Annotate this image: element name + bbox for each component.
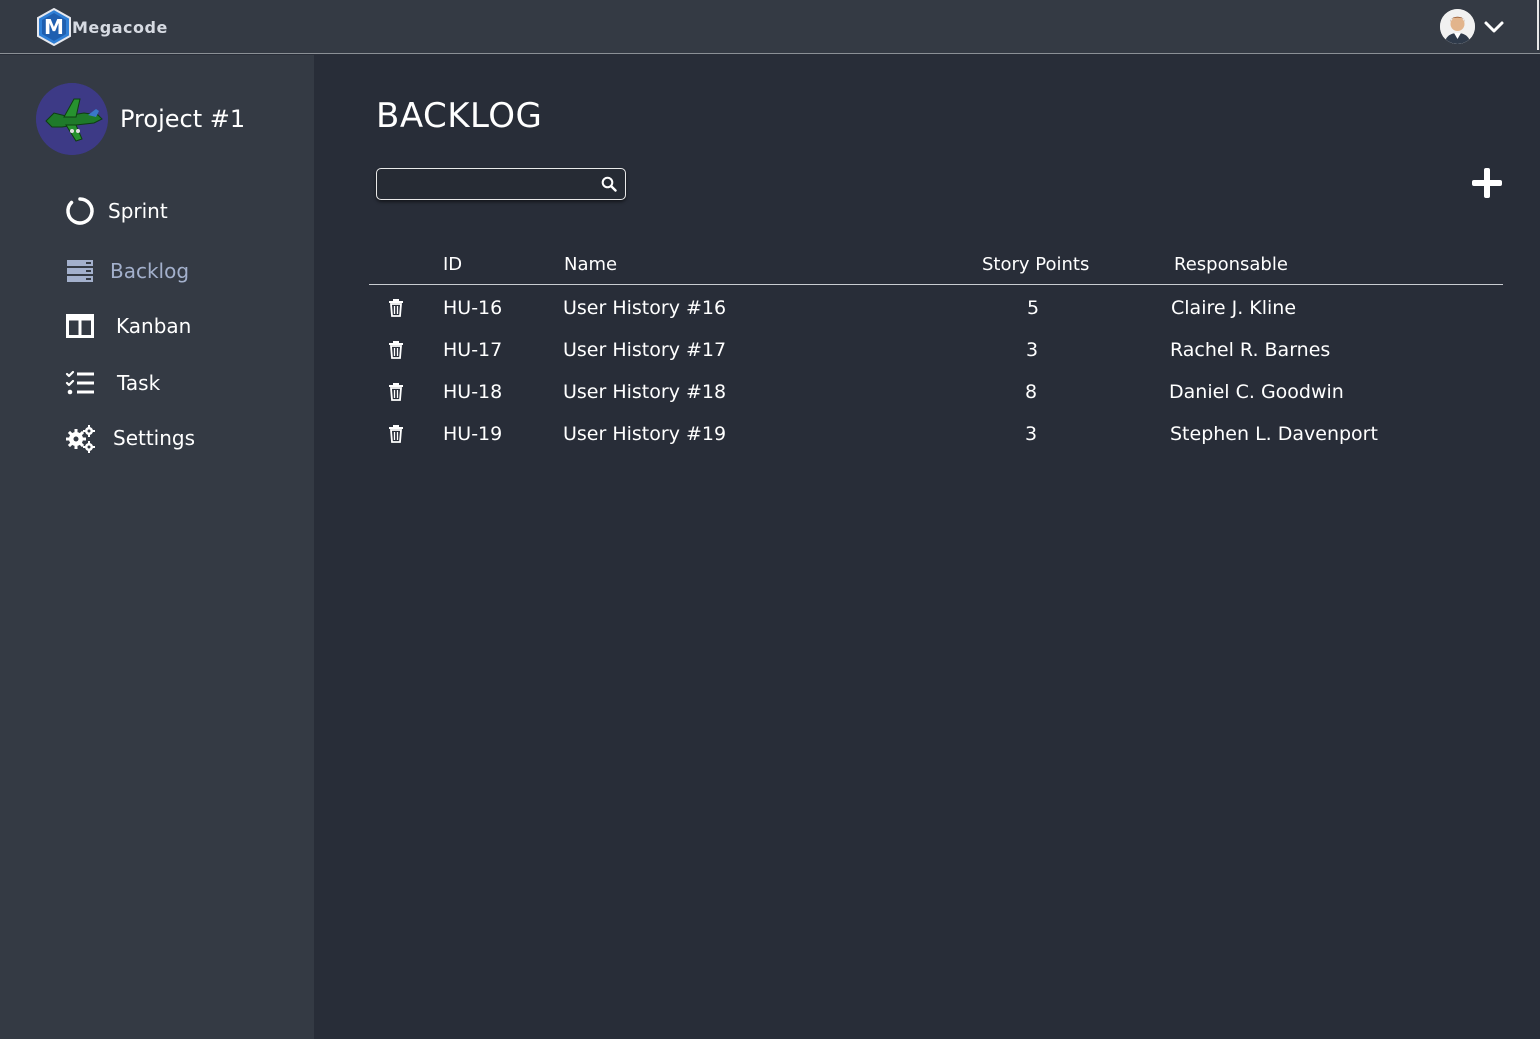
trash-icon[interactable]: [388, 382, 404, 402]
sidebar-item-kanban[interactable]: Kanban: [64, 310, 191, 342]
search-icon[interactable]: [601, 176, 617, 192]
cell-id: HU-18: [443, 381, 503, 403]
column-header-story-points[interactable]: Story Points: [982, 254, 1089, 275]
cell-story-points: 5: [1026, 297, 1040, 319]
project-avatar: [36, 83, 108, 155]
backlog-icon: [64, 255, 96, 287]
user-avatar-icon: [1440, 9, 1475, 44]
sidebar-item-label: Kanban: [116, 314, 192, 338]
sidebar-item-label: Task: [117, 371, 161, 395]
cell-name[interactable]: User History #19: [563, 421, 726, 447]
sidebar-item-label: Backlog: [110, 259, 190, 283]
sprint-circle-icon: [64, 195, 96, 227]
chevron-down-icon[interactable]: [1483, 19, 1505, 35]
page-title: BACKLOG: [376, 96, 543, 136]
cell-responsable: Stephen L. Davenport: [1170, 423, 1378, 445]
cell-responsable: Rachel R. Barnes: [1170, 339, 1331, 361]
sidebar-item-sprint[interactable]: Sprint: [64, 195, 168, 227]
search-box[interactable]: [376, 168, 626, 200]
cell-id: HU-17: [443, 339, 503, 361]
cell-name[interactable]: User History #16: [563, 295, 726, 321]
project-title: Project #1: [120, 105, 246, 133]
top-bar: M Megacode: [0, 0, 1540, 54]
project-header[interactable]: Project #1: [36, 83, 245, 155]
brand-name: Megacode: [72, 18, 168, 37]
sidebar: Project #1 Sprint Backlog Kanban Task Se…: [0, 55, 314, 1039]
sidebar-item-label: Settings: [113, 426, 196, 450]
column-header-name[interactable]: Name: [564, 254, 617, 275]
table-row[interactable]: HU-16 User History #16 5 Claire J. Kline: [369, 295, 1503, 337]
search-input[interactable]: [383, 172, 593, 196]
cell-name[interactable]: User History #17: [563, 337, 726, 363]
app-logo[interactable]: M Megacode: [36, 8, 168, 46]
cell-story-points: 3: [1024, 423, 1038, 445]
svg-text:M: M: [44, 15, 64, 39]
trash-icon[interactable]: [388, 340, 404, 360]
table-row[interactable]: HU-17 User History #17 3 Rachel R. Barne…: [369, 337, 1503, 379]
task-list-icon: [64, 367, 96, 399]
column-header-id[interactable]: ID: [443, 254, 462, 275]
megacode-logo-icon: M: [37, 8, 71, 46]
cell-story-points: 8: [1024, 381, 1038, 403]
kanban-icon: [64, 310, 96, 342]
table-row[interactable]: HU-19 User History #19 3 Stephen L. Dave…: [369, 421, 1503, 463]
airplane-icon: [36, 83, 108, 155]
column-header-responsable[interactable]: Responsable: [1174, 254, 1288, 275]
gears-icon: [64, 422, 96, 454]
cell-id: HU-16: [443, 297, 503, 319]
sidebar-item-label: Sprint: [108, 199, 168, 223]
user-avatar[interactable]: [1440, 9, 1475, 44]
sidebar-item-task[interactable]: Task: [64, 367, 160, 399]
sidebar-item-backlog[interactable]: Backlog: [64, 255, 189, 287]
table-header: ID Name Story Points Responsable: [369, 250, 1503, 285]
window-edge: [1537, 0, 1539, 50]
user-menu[interactable]: [1440, 9, 1505, 44]
cell-responsable: Claire J. Kline: [1171, 297, 1297, 319]
cell-responsable: Daniel C. Goodwin: [1169, 381, 1344, 403]
cell-story-points: 3: [1025, 339, 1039, 361]
sidebar-item-settings[interactable]: Settings: [64, 422, 195, 454]
table-row[interactable]: HU-18 User History #18 8 Daniel C. Goodw…: [369, 379, 1503, 421]
cell-name[interactable]: User History #18: [563, 379, 726, 405]
add-plus-icon[interactable]: [1470, 166, 1504, 200]
trash-icon[interactable]: [388, 298, 404, 318]
cell-id: HU-19: [443, 423, 503, 445]
trash-icon[interactable]: [388, 424, 404, 444]
